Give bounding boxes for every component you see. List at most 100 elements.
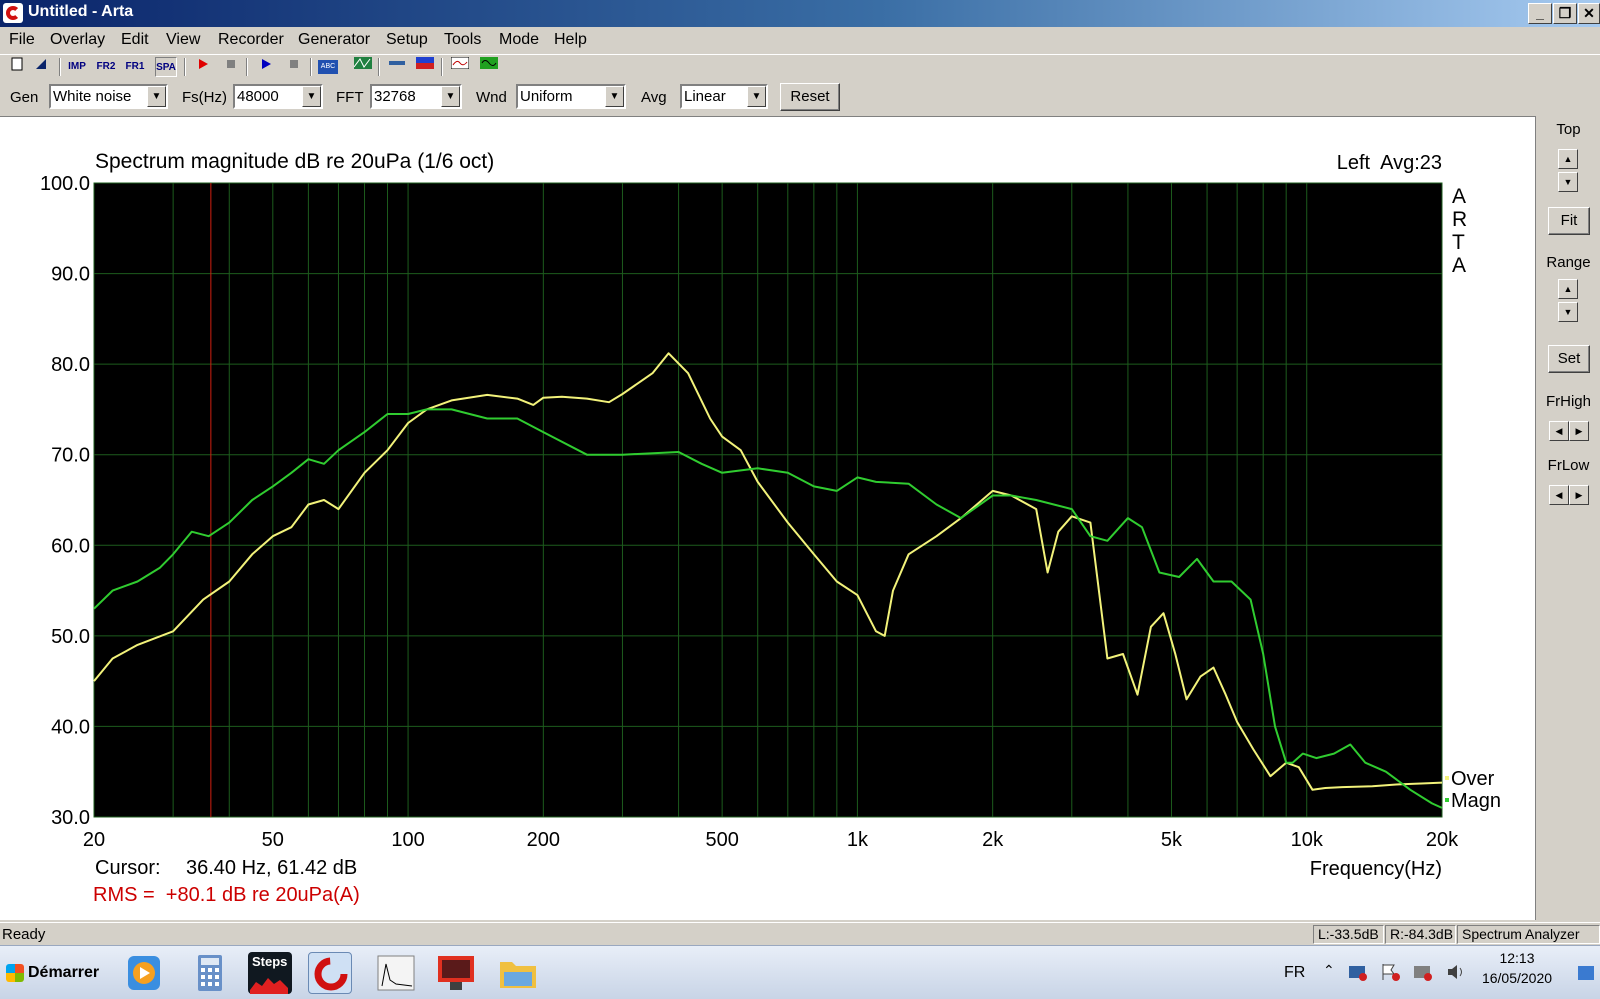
menu-overlay[interactable]: Overlay [50, 31, 105, 49]
x-tick-label: 20 [83, 829, 105, 851]
mode-readout: Spectrum Analyzer [1457, 925, 1600, 944]
menu-setup[interactable]: Setup [386, 31, 428, 49]
spectrum-chart[interactable]: Spectrum magnitude dB re 20uPa (1/6 oct)… [0, 117, 1535, 921]
show-hidden-icons-icon[interactable]: ⌃ [1323, 962, 1335, 979]
play-icon[interactable] [255, 57, 277, 77]
fr1-mode-button[interactable]: FR1 [124, 57, 146, 77]
taskbar: Démarrer Steps FR ⌃ 12:13 16/05/2020 [0, 945, 1600, 999]
limp-app-icon[interactable] [374, 952, 418, 994]
menu-file[interactable]: File [9, 31, 35, 49]
record-icon[interactable] [192, 57, 214, 77]
averaging-select[interactable]: Linear ▼ [680, 84, 768, 109]
close-button[interactable]: ✕ [1578, 3, 1600, 24]
legend: OverMagn [1445, 768, 1501, 812]
menu-edit[interactable]: Edit [121, 31, 149, 49]
chevron-down-icon[interactable]: ▼ [747, 86, 766, 107]
clock-time[interactable]: 12:13 [1481, 950, 1553, 966]
y-tick-label: 80.0 [51, 354, 90, 376]
menu-help[interactable]: Help [554, 31, 587, 49]
minimize-button[interactable]: _ [1528, 3, 1552, 24]
scope-icon[interactable] [449, 56, 471, 77]
left-level-readout: L:-33.5dB [1313, 925, 1384, 944]
x-tick-label: 1k [847, 829, 869, 851]
calculator-icon[interactable] [188, 952, 232, 994]
wnd-label: Wnd [476, 89, 507, 106]
toolbar-separator [246, 58, 248, 76]
main-toolbar: IMP FR2 FR1 SPA ABC [0, 54, 1600, 78]
plot-area[interactable] [94, 183, 1442, 817]
menu-generator[interactable]: Generator [298, 31, 370, 49]
spectrum-plot-panel[interactable]: Spectrum magnitude dB re 20uPa (1/6 oct)… [0, 116, 1535, 920]
y-tick-label: 30.0 [51, 807, 90, 829]
measure-icon[interactable] [386, 57, 408, 77]
arta-letter: R [1452, 208, 1467, 231]
menu-mode[interactable]: Mode [499, 31, 539, 49]
toolbar-separator [59, 58, 61, 76]
menu-tools[interactable]: Tools [444, 31, 481, 49]
volume-icon[interactable] [1446, 962, 1468, 985]
status-ready: Ready [2, 926, 46, 943]
arta-letter: A [1452, 185, 1466, 208]
spa-mode-button[interactable]: SPA [155, 57, 177, 77]
top-up-button[interactable]: ▲ [1558, 149, 1578, 169]
top-down-button[interactable]: ▼ [1558, 172, 1578, 192]
window-select[interactable]: Uniform ▼ [516, 84, 626, 109]
menu-bar: File Overlay Edit View Recorder Generato… [0, 27, 1600, 53]
title-bar: Untitled - Arta _ ❐ ✕ [0, 0, 1600, 27]
legend-marker [1445, 776, 1449, 780]
arta-task-icon[interactable] [308, 952, 352, 994]
language-indicator[interactable]: FR [1284, 964, 1305, 982]
x-tick-label: 2k [982, 829, 1004, 851]
rms-readout: RMS = +80.1 dB re 20uPa(A) [93, 884, 360, 906]
chevron-down-icon[interactable]: ▼ [441, 86, 460, 107]
arta-app-icon[interactable] [3, 3, 23, 23]
media-player-icon[interactable] [122, 952, 166, 994]
stop-icon[interactable] [283, 57, 305, 77]
network-icon[interactable] [1347, 962, 1369, 985]
stop-icon[interactable] [220, 57, 242, 77]
battery-icon[interactable] [1412, 962, 1434, 985]
abc-icon[interactable]: ABC [318, 60, 338, 74]
menu-view[interactable]: View [166, 31, 200, 49]
fft-label: FFT [336, 89, 364, 106]
fr2-mode-button[interactable]: FR2 [95, 57, 117, 77]
frhigh-right-button[interactable]: ▶ [1569, 421, 1589, 441]
steps-app-icon[interactable]: Steps [248, 952, 292, 994]
sample-rate-select[interactable]: 48000 ▼ [233, 84, 323, 109]
arta-watermark: ARTA [1452, 185, 1467, 277]
chevron-down-icon[interactable]: ▼ [605, 86, 624, 107]
frlow-right-button[interactable]: ▶ [1569, 485, 1589, 505]
show-desktop-icon[interactable] [1578, 966, 1594, 980]
folder-icon[interactable] [496, 952, 540, 994]
y-tick-label: 70.0 [51, 445, 90, 467]
y-tick-label: 40.0 [51, 716, 90, 738]
chevron-down-icon[interactable]: ▼ [302, 86, 321, 107]
range-up-button[interactable]: ▲ [1558, 279, 1578, 299]
fft-size-select[interactable]: 32768 ▼ [370, 84, 462, 109]
toolbar-separator [441, 58, 443, 76]
reset-button[interactable]: Reset [780, 83, 840, 111]
new-icon[interactable] [6, 57, 28, 77]
frlow-left-button[interactable]: ◀ [1549, 485, 1569, 505]
fs-label: Fs(Hz) [182, 89, 227, 106]
start-button[interactable]: Démarrer [2, 954, 106, 992]
clock-date[interactable]: 16/05/2020 [1481, 970, 1553, 986]
waveform-icon[interactable] [478, 57, 500, 77]
maximize-button[interactable]: ❐ [1553, 3, 1577, 24]
right-level-readout: R:-84.3dB [1385, 925, 1456, 944]
frhigh-left-button[interactable]: ◀ [1549, 421, 1569, 441]
fit-button[interactable]: Fit [1548, 207, 1590, 235]
generator-icon[interactable] [352, 57, 374, 77]
menu-recorder[interactable]: Recorder [218, 31, 284, 49]
range-label: Range [1546, 254, 1591, 271]
set-button[interactable]: Set [1548, 345, 1590, 373]
avg-label: Avg [641, 89, 667, 106]
chevron-down-icon[interactable]: ▼ [147, 86, 166, 107]
action-center-icon[interactable] [1380, 962, 1402, 985]
open-icon[interactable] [30, 57, 52, 77]
generator-select[interactable]: White noise ▼ [49, 84, 168, 109]
range-down-button[interactable]: ▼ [1558, 302, 1578, 322]
color-icon[interactable] [414, 57, 436, 77]
impulse-mode-button[interactable]: IMP [66, 57, 88, 77]
monitor-app-icon[interactable] [434, 952, 478, 994]
